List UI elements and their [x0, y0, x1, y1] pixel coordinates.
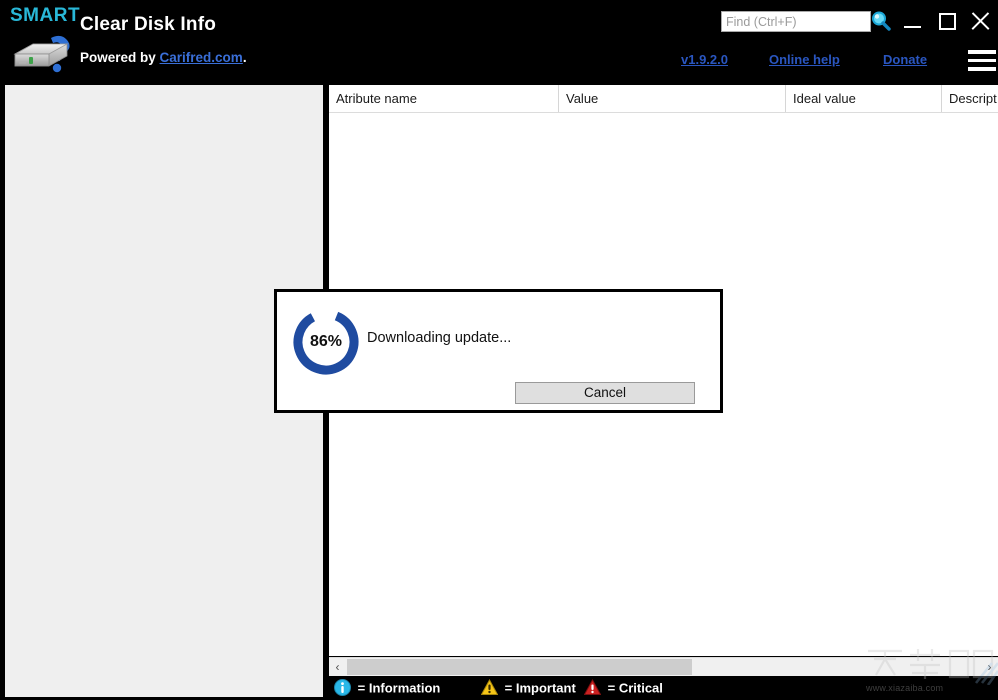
hamburger-menu-icon[interactable]: [968, 50, 996, 72]
download-update-dialog: 86% Downloading update... Cancel: [274, 289, 723, 413]
smart-brand-label: SMART: [10, 5, 81, 26]
version-link[interactable]: v1.9.2.0: [681, 52, 728, 67]
carifred-link[interactable]: Carifred.com: [160, 50, 243, 65]
hard-disk-question-icon: [13, 35, 70, 73]
maximize-icon[interactable]: [935, 8, 961, 34]
powered-by-text: Powered by Carifred.com.: [80, 50, 247, 65]
progress-percent-label: 86%: [309, 333, 343, 350]
app-header: SMART Clear Disk Info Powered by Carifre…: [0, 0, 998, 82]
powered-prefix: Powered by: [80, 50, 160, 65]
scroll-right-arrow-icon[interactable]: ›: [981, 658, 998, 676]
legend-important-label: = Important: [504, 680, 576, 696]
progress-ring: 86%: [289, 305, 363, 379]
close-icon[interactable]: [967, 8, 993, 34]
column-header-attribute-name[interactable]: Atribute name: [329, 85, 558, 112]
legend-critical-label: = Critical: [607, 680, 663, 696]
status-bar: = Information = Important = Critical: [329, 676, 998, 700]
hamburger-bar: [968, 50, 996, 54]
horizontal-scrollbar[interactable]: ‹ ›: [329, 657, 998, 676]
information-icon: [334, 679, 351, 696]
minimize-icon[interactable]: [900, 8, 926, 34]
hamburger-bar: [968, 67, 996, 71]
legend-critical: = Critical: [584, 679, 663, 697]
dialog-message: Downloading update...: [367, 330, 512, 346]
column-header-description[interactable]: Descript: [941, 85, 998, 112]
column-header-value[interactable]: Value: [558, 85, 785, 112]
scrollbar-thumb[interactable]: [347, 659, 692, 675]
search-input[interactable]: [721, 11, 871, 32]
cancel-button[interactable]: Cancel: [515, 382, 695, 404]
app-window: SMART Clear Disk Info Powered by Carifre…: [0, 0, 998, 700]
scroll-left-arrow-icon[interactable]: ‹: [329, 658, 346, 676]
search-icon[interactable]: [869, 9, 893, 33]
legend-information-label: = Information: [357, 680, 441, 696]
powered-suffix: .: [242, 50, 247, 65]
legend-important: = Important: [481, 679, 576, 697]
important-warning-icon: [481, 679, 498, 695]
online-help-link[interactable]: Online help: [769, 52, 840, 67]
column-header-ideal-value[interactable]: Ideal value: [785, 85, 941, 112]
hamburger-bar: [968, 58, 996, 62]
critical-error-icon: [584, 679, 601, 695]
donate-link[interactable]: Donate: [883, 52, 927, 67]
legend-information: = Information: [334, 679, 440, 697]
table-header-row: Atribute name Value Ideal value Descript: [329, 85, 998, 113]
page-title: Clear Disk Info: [80, 14, 217, 35]
